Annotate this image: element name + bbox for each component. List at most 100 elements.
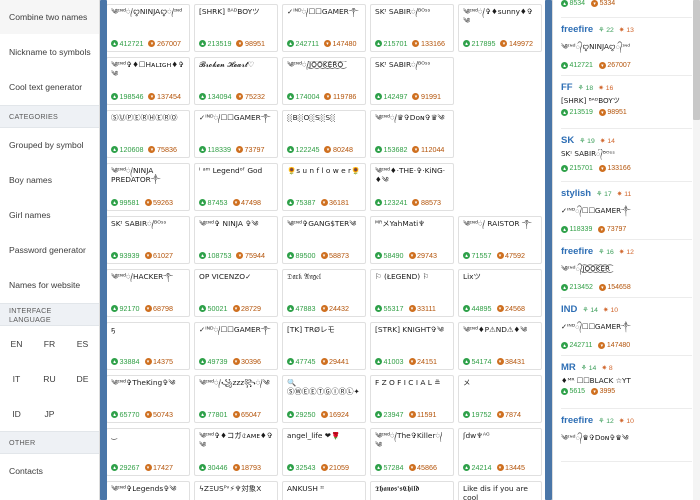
rail-item[interactable]: freefire ⚘ 12 ✷ 10 ༄ᶦᶰᵈ᭄♛✞Dᴏɴ✞♛༄ xyxy=(561,409,692,462)
nickname-card[interactable]: ✓ᴵᴺᴰ᭄☐☐GAMER༒ 49739 30396 xyxy=(194,322,278,370)
nickname-card[interactable]: ༄ᶦᶰᵈ✞Legends✞༄ xyxy=(106,481,190,500)
rail-item[interactable]: freefire ⚘ 22 ✷ 13 ༄ᶦᶰᵈ᭄ꨄNINJAꨄ᭄ᶦᶰᵈ 412721 26… xyxy=(561,18,692,76)
nickname-card[interactable]: 𝕿𝖍𝖆𝖓𝖔𝖘'𝖘𝕮𝖍𝖎𝖑𝖉 xyxy=(370,481,454,500)
nickname-card[interactable]: 𝔇𝔞𝔯𝔨 𝔄𝔫𝔤𝔢𝔩 47883 24432 xyxy=(282,269,366,317)
nickname-card[interactable]: ༄ᶦᶰᵈ᭄꧁ᴢᴢᴢ꧂᭄༄ 77801 65047 xyxy=(194,375,278,423)
nickname-card[interactable]: ⚐ (ŁEGEND) ⚐ 55317 33111 xyxy=(370,269,454,317)
nickname-card[interactable]: ANKUSH ᶦᶦ xyxy=(282,481,366,500)
sidebar-item-names-for-website[interactable]: Names for website xyxy=(0,268,99,303)
nickname-text: Like dis if you are cool xyxy=(463,485,528,500)
language-option-de[interactable]: DE xyxy=(66,361,99,396)
nickname-card[interactable]: 🔍ⓈⓌⒺⒺⓉⒼⒾⓇⓁ✦ 29250 16924 xyxy=(282,375,366,423)
rail-tag-link[interactable]: MR xyxy=(561,362,576,373)
left-sidebar-scrollbar[interactable] xyxy=(100,0,107,500)
rail-item[interactable]: freefire ⚘ 16 ✷ 12 ༄ᶦᶰᵈ᭄J͜͡O͜͡O͜͡K͜͡E͜͡R͜͡ 2… xyxy=(561,240,692,298)
main-scrollbar[interactable] xyxy=(545,0,552,500)
rail-tag-link[interactable]: freefire xyxy=(561,24,593,35)
rail-tag-link[interactable]: IND xyxy=(561,304,577,315)
page-scrollbar[interactable] xyxy=(693,0,700,500)
language-option-ru[interactable]: RU xyxy=(33,361,66,396)
nickname-card[interactable]: ༄ᶦᶰᵈ᭄The✞Killer᭄༄ 57284 45866 xyxy=(370,428,454,476)
rail-tag-link[interactable]: freefire xyxy=(561,415,593,426)
nickname-card[interactable]: [STRK] KNIGHT✞༄ 41003 24151 xyxy=(370,322,454,370)
nickname-card[interactable]: メ 19752 7874 xyxy=(458,375,542,423)
rail-item[interactable]: SK ⚘ 19 ✷ 14 SKᶦ SABIR᭄ᴮᴼˢˢ 215701 133166 xyxy=(561,129,692,182)
rail-counts: ⚘ 22 ✷ 13 xyxy=(598,26,634,34)
language-option-en[interactable]: EN xyxy=(0,326,33,361)
nickname-card[interactable]: ‿ 29267 17427 xyxy=(106,428,190,476)
language-option-it[interactable]: IT xyxy=(0,361,33,396)
nickname-card[interactable]: ʃdw♆ᴬᴳ 24214 13445 xyxy=(458,428,542,476)
language-option-es[interactable]: ES xyxy=(66,326,99,361)
nickname-card[interactable]: ༄ᶦᶰᵈ᭄HACKER༒ 92170 68798 xyxy=(106,269,190,317)
nickname-card[interactable]: ⓈⓊⓅⒺⓇⒽⒺⓇⓄ 120608 75836 xyxy=(106,110,190,158)
sidebar-item-cool-text-generator[interactable]: Cool text generator xyxy=(0,70,99,105)
nickname-card[interactable]: ҕ 33884 14375 xyxy=(106,322,190,370)
language-option-fr[interactable]: FR xyxy=(33,326,66,361)
nickname-card[interactable]: ✓ᴵᴺᴰ᭄☐☐GAMER༒ 118339 73797 xyxy=(194,110,278,158)
nickname-card[interactable]: ༄ᶦᶰᵈ᭄ꨄNINJAꨄ᭄ᶦᶰᵈ 412721 267007 xyxy=(106,4,190,52)
nickname-card[interactable]: ༄ᶦᶰᵈ᭄J͜͡O͜͡O͜͡K͜͡E͜͡R͜͡O͜͡ 174004 119786 xyxy=(282,57,366,105)
nickname-card[interactable]: Lixツ 44895 24568 xyxy=(458,269,542,317)
nickname-card[interactable]: ༄ᶦᶰᵈ✞GANG$TER༄ 89500 58873 xyxy=(282,216,366,264)
nickname-card[interactable]: SKᶦ SABIR᭄ᴮᴼˢˢ 215701 133166 xyxy=(370,4,454,52)
nickname-card[interactable]: [TK] TRØレモ 47745 29441 xyxy=(282,322,366,370)
nickname-card[interactable]: Like dis if you are cool xyxy=(458,481,542,500)
thumbs-down-icon xyxy=(598,226,606,233)
nickname-card[interactable]: ༄ᶦᶰᵈ᭄ RAISTOR ༒ 71557 47592 xyxy=(458,216,542,264)
nickname-card[interactable]: SKᶦ SABIR᭄ᴮᴼˢˢ 142497 91991 xyxy=(370,57,454,105)
stat-downvotes: 24568 xyxy=(496,304,525,313)
nickname-card[interactable]: ༄ᶦᶰᵈ᭄♛✞Dᴏɴ✞♛༄ 153682 112044 xyxy=(370,110,454,158)
sidebar-item-password-generator[interactable]: Password generator xyxy=(0,233,99,268)
nickname-card[interactable]: ༄ᶦᶰᵈ᭄✞♦sunny♦✞༄ 217895 149972 xyxy=(458,4,542,52)
sidebar-item-nickname-to-symbols[interactable]: Nickname to symbols xyxy=(0,35,99,70)
sidebar-item-grouped-by-symbol[interactable]: Grouped by symbol xyxy=(0,128,99,163)
sidebar-item-girl-names[interactable]: Girl names xyxy=(0,198,99,233)
rail-item-partial[interactable]: 8534 5334 xyxy=(561,0,692,18)
language-option-jp[interactable]: JP xyxy=(33,396,66,431)
nickname-text: 𝔇𝔞𝔯𝔨 𝔄𝔫𝔤𝔢𝔩 xyxy=(287,273,321,281)
nickname-card[interactable]: ༄ᶦᶰᵈ♦P⚠ND⚠♦༄ 54174 38431 xyxy=(458,322,542,370)
scrollbar-thumb[interactable] xyxy=(693,0,700,120)
nickname-card[interactable]: ༄ᶦᶰᵈ♦·THE·✞·KiNG·♦༄ 123241 88573 xyxy=(370,163,454,211)
nickname-card[interactable]: ༄ᶦᶰᵈ✞TheKing✞༄ 65770 50743 xyxy=(106,375,190,423)
nickname-card[interactable]: SKᶦ SABIR᭄ᴮᴼˢˢ 93939 61027 xyxy=(106,216,190,264)
thumbs-up-icon xyxy=(561,342,568,349)
nickname-card[interactable]: OP VICENZO✓ 50021 28729 xyxy=(194,269,278,317)
sidebar-item-boy-names[interactable]: Boy names xyxy=(0,163,99,198)
rail-tag-link[interactable]: SK xyxy=(561,135,574,146)
nickname-card[interactable]: angel_life ❤🌹 32543 21059 xyxy=(282,428,366,476)
nickname-card[interactable]: F Z O F I C I A L ≞ 23947 11591 xyxy=(370,375,454,423)
nickname-card[interactable]: ༄ᶦᶰᵈ✞♦コガ৫ᴀᴍᴇ♦✞༄ 30446 18793 xyxy=(194,428,278,476)
thumbs-down-icon xyxy=(144,252,152,259)
rail-item[interactable]: MR ⚘ 14 ✷ 8 ♦ᴹᴿ ☐☐BLACK ☆YT 5615 3995 xyxy=(561,356,692,409)
rail-item[interactable]: IND ⚘ 14 ✷ 10 ✓ᴵᴺᴰ᭄☐☐GAMER༒ 242711 147480 xyxy=(561,298,692,356)
rail-item[interactable]: stylish ⚘ 17 ✷ 11 ✓ᴵᴺᴰ᭄☐☐GAMER༒ 118339 73797 xyxy=(561,182,692,240)
nickname-card[interactable]: ᴹᴿメYahMati♆ 58490 29743 xyxy=(370,216,454,264)
sidebar-item-contacts[interactable]: Contacts xyxy=(0,454,99,489)
sidebar-item-combine-two-names[interactable]: Combine two names xyxy=(0,0,99,35)
nickname-card[interactable]: ϟZΞUSᴾᵛ⚡♆対象X xyxy=(194,481,278,500)
nickname-card[interactable]: ༄ᶦᶰᵈ✞ NINJA ✞༄ 108753 75944 xyxy=(194,216,278,264)
nickname-card[interactable]: ᴵ ᵃᵐ Legendᵒᶠ God 87453 47498 xyxy=(194,163,278,211)
nickname-card[interactable]: ✓ᴵᴺᴰ᭄☐☐GAMER༒ 242711 147480 xyxy=(282,4,366,52)
rail-item[interactable]: FF ⚘ 18 ✷ 16 [SHRK] ᴮᴬᴰBOYツ 213519 98951 xyxy=(561,76,692,129)
scrollbar-thumb[interactable] xyxy=(545,0,552,500)
nickname-card[interactable]: ༄ᶦᶰᵈ✞♦☐Hᴀʟɪɢʜ♦✞༄ 198546 137454 xyxy=(106,57,190,105)
rail-count-a: ⚘ 17 xyxy=(596,191,612,198)
nickname-card[interactable]: ░B░O░S░S░ 122245 80248 xyxy=(282,110,366,158)
language-option-id[interactable]: ID xyxy=(0,396,33,431)
rail-nickname-text: ༄ᶦᶰᵈ᭄J͜͡O͜͡O͜͡K͜͡E͜͡R͜͡ xyxy=(561,264,611,273)
nickname-card[interactable]: 🌻s u n f l o w e r🌻 75387 36181 xyxy=(282,163,366,211)
nickname-row: ༄ᶦᶰᵈ᭄NINJA PREDATOR༒ 99581 59263 ᴵ ᵃᵐ Legen… xyxy=(106,163,546,211)
nickname-card[interactable]: ༄ᶦᶰᵈ᭄NINJA PREDATOR༒ 99581 59263 xyxy=(106,163,190,211)
nickname-card[interactable]: 𝓑𝓻𝓸𝓴𝓮𝓷 𝓗𝓮𝓪𝓻𝓽♡ 134094 75232 xyxy=(194,57,278,105)
upvote-count: 99581 xyxy=(119,198,140,207)
rail-tag-link[interactable]: freefire xyxy=(561,246,593,257)
rail-tag-link[interactable]: stylish xyxy=(561,188,591,199)
nickname-text: [STRK] KNIGHT✞༄ xyxy=(375,326,444,334)
scrollbar-thumb[interactable] xyxy=(100,0,107,500)
nickname-card[interactable]: [SHRK] ᴮᴬᴰBOYツ 213519 98951 xyxy=(194,4,278,52)
stat-downvotes: 17427 xyxy=(144,463,173,472)
rail-tag-link[interactable]: FF xyxy=(561,82,573,93)
